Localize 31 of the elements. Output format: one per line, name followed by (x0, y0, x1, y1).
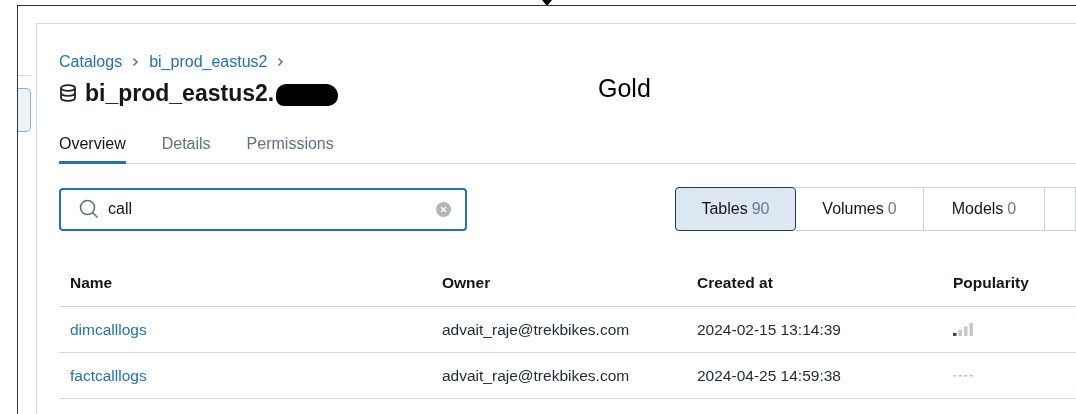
caret-icon (542, 0, 552, 6)
tab[interactable]: Details (161, 130, 211, 164)
chevron-right-icon (132, 57, 140, 67)
search-field[interactable]: call (59, 187, 467, 231)
database-icon (59, 84, 77, 102)
breadcrumb-link[interactable]: bi_prod_eastus2 (149, 53, 268, 71)
filter-tab[interactable]: Volumes 0 (796, 187, 924, 231)
annotation-label: Gold (598, 74, 651, 103)
filter-tab[interactable]: Models 0 (924, 187, 1045, 231)
breadcrumb-link[interactable]: Catalogs (59, 53, 123, 71)
catalog-title: bi_prod_eastus2. (85, 79, 275, 107)
tab[interactable]: Overview (59, 130, 126, 164)
filter-tab[interactable] (1045, 187, 1076, 231)
table-cell-text: 2024-02-15 13:14:39 (696, 320, 842, 339)
clear-icon[interactable] (436, 201, 451, 217)
filter-tab[interactable]: Tables 90 (675, 187, 796, 231)
column-header[interactable]: Created at (686, 274, 942, 292)
chevron-right-icon (277, 57, 285, 67)
no-data-dashes-icon (953, 374, 974, 377)
table-cell-text: 2024-04-25 14:59:38 (696, 366, 842, 385)
column-header[interactable]: Popularity (942, 274, 1076, 292)
column-header[interactable]: Name (59, 274, 431, 292)
tab[interactable]: Permissions (246, 130, 334, 164)
table-link[interactable]: dimcalllogs (70, 320, 147, 338)
search-icon (79, 199, 99, 219)
sidebar-toggle[interactable] (18, 88, 31, 132)
table-cell-text: advait_raje@trekbikes.com (441, 320, 631, 339)
column-header[interactable]: Owner (431, 274, 686, 292)
search-input[interactable]: call (108, 200, 427, 218)
table-cell-text: advait_raje@trekbikes.com (441, 366, 631, 385)
table-link[interactable]: factcalllogs (70, 366, 147, 384)
